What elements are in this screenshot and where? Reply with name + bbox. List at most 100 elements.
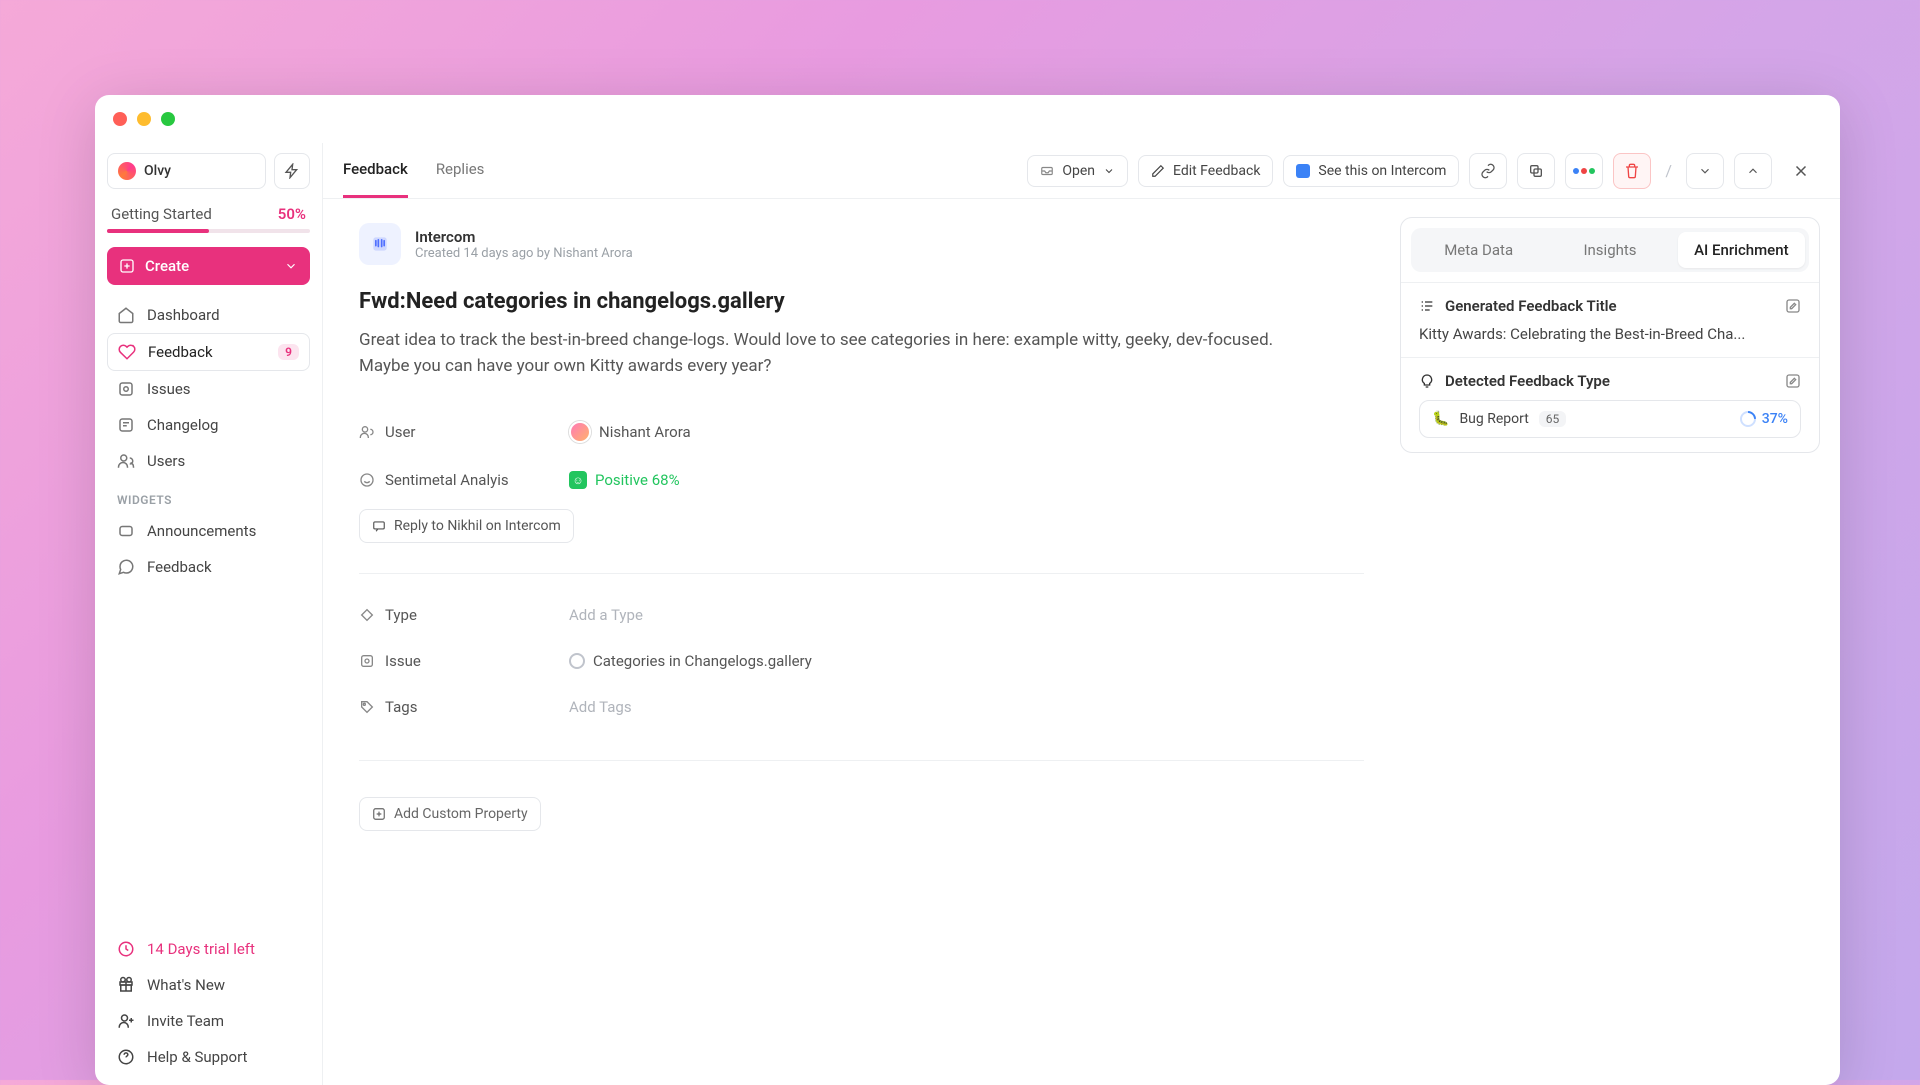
link-button[interactable]: [1469, 153, 1507, 189]
ai-tab-enrichment[interactable]: AI Enrichment: [1678, 232, 1805, 268]
chevron-down-icon: [284, 259, 298, 273]
ai-tab-metadata[interactable]: Meta Data: [1415, 232, 1542, 268]
avatar: [569, 421, 591, 443]
delete-button[interactable]: [1613, 153, 1651, 189]
getting-started-progress: [107, 229, 310, 233]
brand-logo-icon: [118, 162, 136, 180]
heart-icon: [118, 343, 136, 361]
edit-title-button[interactable]: [1785, 298, 1801, 314]
sentiment-field-value: ☺ Positive 68%: [569, 471, 680, 489]
invite-label: Invite Team: [147, 1012, 224, 1030]
issue-icon: [359, 653, 375, 669]
help-icon: [117, 1048, 135, 1066]
tab-feedback[interactable]: Feedback: [343, 143, 408, 198]
sidebar-item-announcements[interactable]: Announcements: [107, 513, 310, 549]
separator: /: [1661, 161, 1676, 180]
sidebar-item-issues[interactable]: Issues: [107, 371, 310, 407]
plus-square-icon: [119, 258, 135, 274]
maximize-icon[interactable]: [161, 112, 175, 126]
whats-new-link[interactable]: What's New: [107, 967, 310, 1003]
status-dropdown[interactable]: Open: [1027, 155, 1128, 187]
tags-field-input[interactable]: Add Tags: [569, 698, 632, 716]
invite-team-link[interactable]: Invite Team: [107, 1003, 310, 1039]
sidebar-item-feedback-widget[interactable]: Feedback: [107, 549, 310, 585]
sidebar-item-label: Feedback: [148, 343, 213, 361]
feedback-count-badge: 9: [278, 344, 299, 360]
reply-button[interactable]: Reply to Nikhil on Intercom: [359, 509, 574, 543]
sidebar: Olvy Getting Started 50% Create Dashboar…: [95, 143, 323, 1085]
issue-field-label: Issue: [385, 652, 421, 670]
issue-field-value[interactable]: Categories in Changelogs.gallery: [569, 652, 812, 670]
home-icon: [117, 306, 135, 324]
generated-title: Kitty Awards: Celebrating the Best-in-Br…: [1419, 325, 1801, 343]
sidebar-item-users[interactable]: Users: [107, 443, 310, 479]
edit-type-button[interactable]: [1785, 373, 1801, 389]
integrations-button[interactable]: [1565, 153, 1603, 189]
workspace-switcher[interactable]: Olvy: [107, 153, 266, 189]
user-field-value[interactable]: Nishant Arora: [569, 421, 691, 443]
divider: [359, 573, 1364, 574]
chat-icon: [117, 558, 135, 576]
sidebar-item-label: Dashboard: [147, 306, 220, 324]
intercom-label: See this on Intercom: [1318, 163, 1446, 179]
create-button[interactable]: Create: [107, 247, 310, 285]
message-icon: [372, 519, 386, 533]
titlebar: [95, 95, 1840, 143]
detected-type-label: Detected Feedback Type: [1445, 372, 1610, 390]
sidebar-item-dashboard[interactable]: Dashboard: [107, 297, 310, 333]
chevron-down-icon: [1103, 165, 1115, 177]
inbox-icon: [1040, 164, 1054, 178]
tag-icon: [359, 607, 375, 623]
brand-name: Olvy: [144, 163, 171, 179]
user-icon: [359, 424, 375, 440]
collapse-button[interactable]: [1686, 153, 1724, 189]
quick-action-button[interactable]: [274, 153, 310, 189]
issue-text: Categories in Changelogs.gallery: [593, 652, 812, 670]
bolt-icon: [284, 163, 300, 179]
type-count: 65: [1539, 411, 1567, 427]
type-pct: 37%: [1762, 411, 1788, 427]
edit-label: Edit Feedback: [1173, 163, 1260, 179]
user-plus-icon: [117, 1012, 135, 1030]
help-support-link[interactable]: Help & Support: [107, 1039, 310, 1075]
edit-feedback-button[interactable]: Edit Feedback: [1138, 155, 1273, 187]
users-icon: [117, 452, 135, 470]
type-field-input[interactable]: Add a Type: [569, 606, 643, 624]
chevron-up-icon: [1746, 164, 1760, 178]
close-icon[interactable]: [113, 112, 127, 126]
open-intercom-button[interactable]: See this on Intercom: [1283, 155, 1459, 187]
positive-icon: ☺: [569, 471, 587, 489]
gift-icon: [117, 976, 135, 994]
source-name: Intercom: [415, 228, 633, 246]
clock-icon: [117, 940, 135, 958]
chevron-down-icon: [1698, 164, 1712, 178]
expand-button[interactable]: [1734, 153, 1772, 189]
feedback-body: Great idea to track the best-in-breed ch…: [359, 328, 1279, 379]
reply-label: Reply to Nikhil on Intercom: [394, 518, 561, 534]
tags-icon: [359, 699, 375, 715]
x-icon: [1792, 162, 1810, 180]
status-label: Open: [1062, 163, 1095, 179]
feedback-type-chip[interactable]: 🐛 Bug Report 65 37%: [1419, 400, 1801, 438]
pencil-square-icon: [1785, 373, 1801, 389]
announcement-icon: [117, 522, 135, 540]
ai-tab-insights[interactable]: Insights: [1546, 232, 1673, 268]
add-property-button[interactable]: Add Custom Property: [359, 797, 541, 831]
trial-status[interactable]: 14 Days trial left: [107, 931, 310, 967]
minimize-icon[interactable]: [137, 112, 151, 126]
tab-replies[interactable]: Replies: [436, 143, 485, 198]
sidebar-item-feedback[interactable]: Feedback 9: [107, 333, 310, 371]
copy-button[interactable]: [1517, 153, 1555, 189]
getting-started[interactable]: Getting Started 50%: [107, 205, 310, 223]
sentiment-field-label: Sentimetal Analyis: [385, 471, 509, 489]
sidebar-item-label: Users: [147, 452, 185, 470]
close-panel-button[interactable]: [1782, 153, 1820, 189]
copy-icon: [1528, 163, 1544, 179]
tags-field-label: Tags: [385, 698, 417, 716]
lightbulb-icon: [1419, 373, 1435, 389]
feedback-title: Fwd:Need categories in changelogs.galler…: [359, 289, 1364, 314]
sidebar-item-changelog[interactable]: Changelog: [107, 407, 310, 443]
getting-started-label: Getting Started: [111, 205, 212, 223]
add-prop-label: Add Custom Property: [394, 806, 528, 822]
topbar: Feedback Replies Open Edit Feedback See …: [323, 143, 1840, 199]
